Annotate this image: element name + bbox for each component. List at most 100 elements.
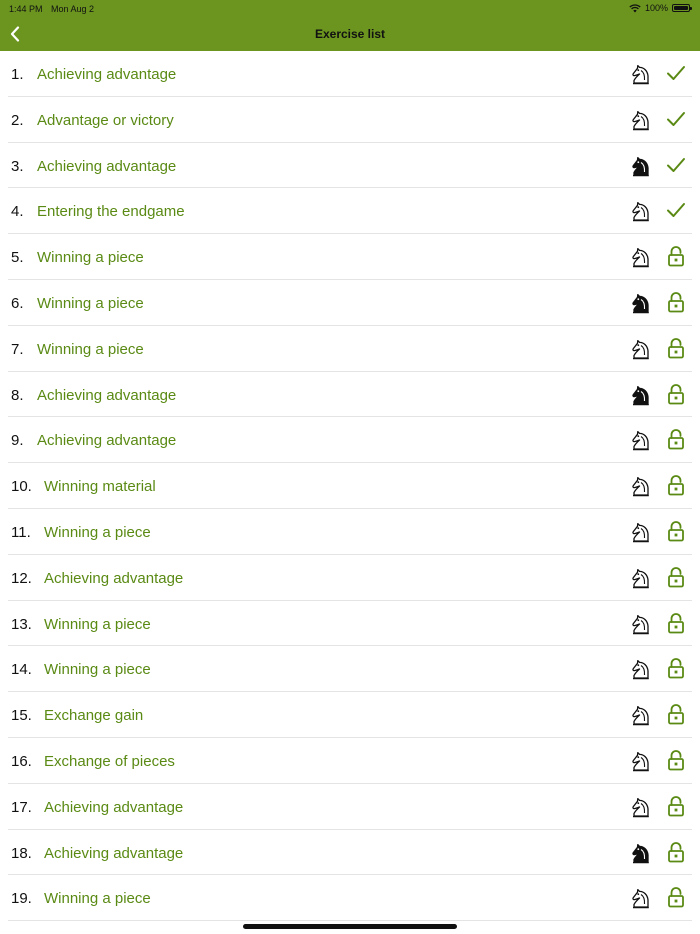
exercise-number: 11. [11, 523, 31, 541]
white-knight-icon [630, 63, 652, 85]
white-knight-icon [630, 750, 652, 772]
exercise-number: 17. [11, 798, 32, 816]
nav-bar: Exercise list [0, 17, 700, 51]
white-knight-icon [630, 200, 652, 222]
white-knight-icon [630, 567, 652, 589]
exercise-row[interactable]: 10. Winning material [8, 463, 692, 509]
exercise-title: Exchange of pieces [44, 752, 175, 770]
exercise-number: 10. [11, 478, 32, 496]
exercise-title: Winning a piece [37, 249, 144, 267]
white-knight-icon [630, 613, 652, 635]
exercise-row[interactable]: 2. Advantage or victory [8, 97, 692, 143]
white-knight-icon [630, 796, 652, 818]
battery-icon [672, 4, 692, 12]
header: 1:44 PM Mon Aug 2 100% Exercise list [0, 0, 700, 51]
white-knight-icon [630, 429, 652, 451]
unlocked-padlock-icon [666, 703, 686, 725]
exercise-title: Achieving advantage [37, 66, 177, 83]
exercise-row[interactable]: 18. Achieving advantage [8, 830, 692, 876]
unlocked-padlock-icon [666, 749, 686, 771]
exercise-number: 18. [11, 844, 32, 862]
exercise-number: 15. [11, 707, 32, 725]
exercise-number: 12. [11, 569, 32, 587]
exercise-title: Winning a piece [37, 340, 144, 358]
exercise-row[interactable]: 16. Exchange of pieces [8, 738, 692, 784]
exercise-title: Achieving advantage [37, 386, 177, 404]
exercise-row[interactable]: 12. Achieving advantage [8, 555, 692, 601]
exercise-title: Winning a piece [44, 615, 151, 633]
unlocked-padlock-icon [666, 657, 686, 679]
exercise-title: Achieving advantage [44, 844, 184, 862]
checkmark-icon [666, 154, 686, 176]
white-knight-icon [630, 475, 652, 497]
exercise-row[interactable]: 4. Entering the endgame [8, 188, 692, 235]
white-knight-icon [630, 338, 652, 360]
exercise-number: 7. [11, 340, 24, 358]
exercise-list: 1. Achieving advantage 2. Advantage or vic… [0, 51, 700, 922]
exercise-title: Advantage or victory [37, 111, 174, 129]
exercise-row[interactable]: 15. Exchange gain [8, 692, 692, 738]
checkmark-icon [666, 62, 686, 84]
unlocked-padlock-icon [666, 612, 686, 634]
unlocked-padlock-icon [666, 795, 686, 817]
exercise-number: 5. [11, 249, 24, 267]
exercise-number: 19. [11, 890, 32, 908]
checkmark-icon [666, 199, 686, 221]
unlocked-padlock-icon [666, 474, 686, 496]
exercise-title: Achieving advantage [37, 157, 177, 175]
white-knight-icon [630, 658, 652, 680]
unlocked-padlock-icon [666, 383, 686, 405]
white-knight-icon [630, 704, 652, 726]
exercise-row[interactable]: 6. Winning a piece [8, 280, 692, 326]
black-knight-icon [630, 155, 652, 177]
exercise-title: Winning a piece [44, 661, 151, 679]
status-bar: 1:44 PM Mon Aug 2 100% [0, 0, 700, 17]
wifi-icon [629, 3, 641, 12]
exercise-row[interactable]: 5. Winning a piece [8, 234, 692, 280]
exercise-row[interactable]: 7. Winning a piece [8, 326, 692, 372]
exercise-title: Winning a piece [44, 523, 151, 541]
exercise-row[interactable]: 3. Achieving advantage [8, 143, 692, 189]
exercise-number: 6. [11, 294, 24, 312]
battery-percent: 100% [644, 3, 668, 13]
exercise-number: 4. [11, 203, 24, 221]
exercise-row[interactable]: 1. Achieving advantage [8, 51, 692, 97]
exercise-number: 8. [11, 386, 24, 404]
checkmark-icon [666, 108, 686, 130]
white-knight-icon [630, 887, 652, 909]
exercise-number: 2. [11, 111, 24, 129]
unlocked-padlock-icon [666, 841, 686, 863]
exercise-title: Exchange gain [44, 707, 144, 725]
unlocked-padlock-icon [666, 245, 686, 267]
black-knight-icon [630, 292, 652, 314]
unlocked-padlock-icon [666, 886, 686, 908]
white-knight-icon [630, 521, 652, 543]
unlocked-padlock-icon [666, 291, 686, 313]
exercise-title: Winning material [44, 478, 156, 496]
exercise-title: Achieving advantage [44, 798, 184, 816]
exercise-row[interactable]: 11. Winning a piece [8, 509, 692, 555]
unlocked-padlock-icon [666, 337, 686, 359]
exercise-row[interactable]: 17. Achieving advantage [8, 784, 692, 830]
white-knight-icon [630, 109, 652, 131]
exercise-title: Winning a piece [44, 890, 151, 908]
exercise-number: 9. [11, 432, 24, 450]
exercise-number: 16. [11, 752, 32, 770]
exercise-row[interactable]: 9. Achieving advantage [8, 417, 692, 464]
exercise-number: 3. [11, 157, 24, 175]
unlocked-padlock-icon [666, 520, 686, 542]
exercise-title: Achieving advantage [44, 569, 184, 587]
exercise-row[interactable]: 8. Achieving advantage [8, 372, 692, 418]
status-indicators: 100% [629, 3, 692, 13]
exercise-title: Winning a piece [37, 294, 144, 312]
unlocked-padlock-icon [666, 566, 686, 588]
home-indicator [243, 924, 457, 929]
black-knight-icon [630, 842, 652, 864]
exercise-row[interactable]: 13. Winning a piece [8, 601, 692, 647]
unlocked-padlock-icon [666, 428, 686, 450]
exercise-number: 13. [11, 615, 32, 633]
exercise-title: Achieving advantage [37, 432, 177, 450]
exercise-number: 14. [11, 661, 32, 679]
exercise-row[interactable]: 14. Winning a piece [8, 646, 692, 693]
exercise-row[interactable]: 19. Winning a piece [8, 875, 692, 922]
